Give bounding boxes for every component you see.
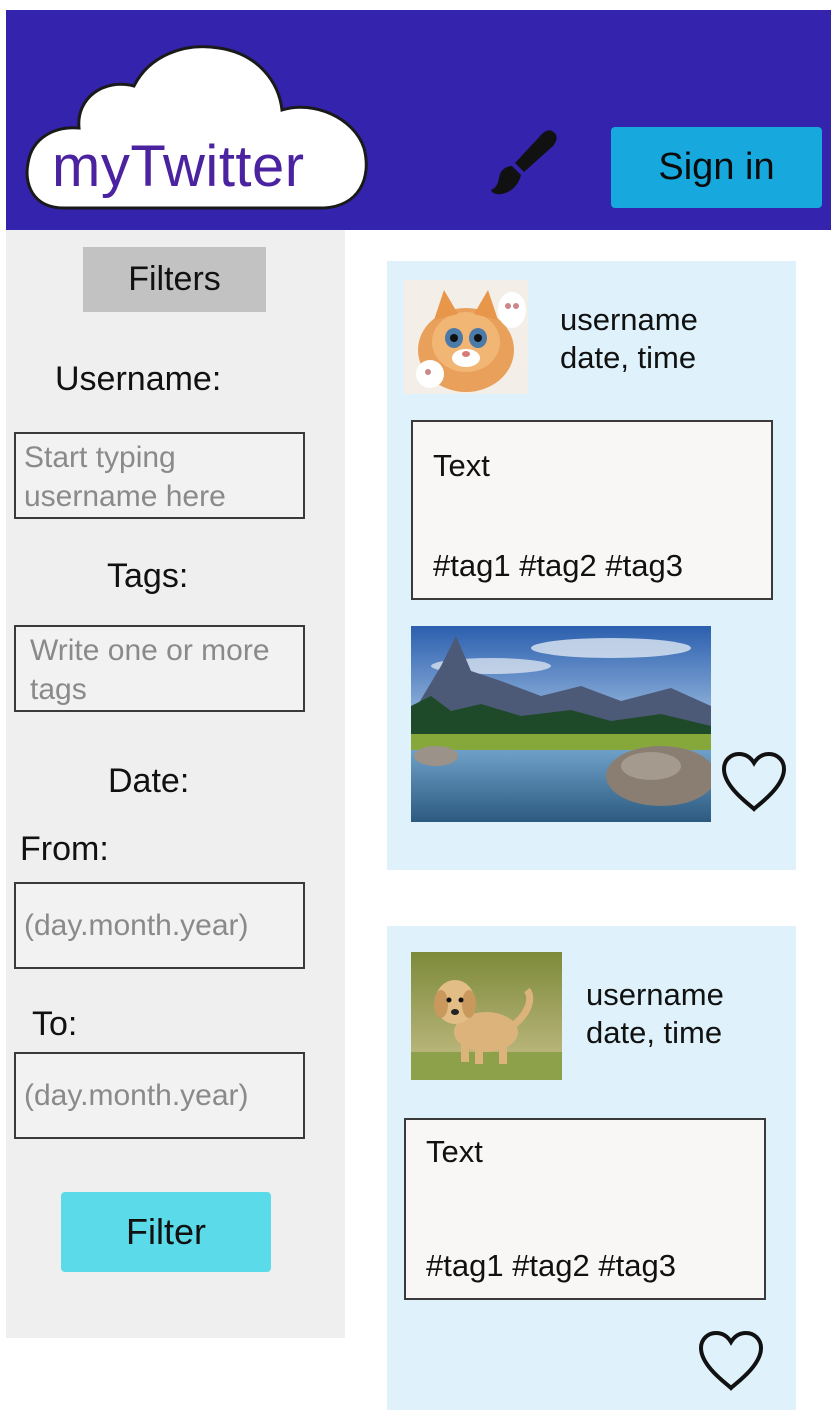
post-text: Text xyxy=(433,448,490,483)
post-username[interactable]: username xyxy=(560,301,698,339)
logo[interactable]: myTwitter xyxy=(24,38,374,214)
post-tags[interactable]: #tag1 #tag2 #tag3 xyxy=(433,548,683,584)
username-input[interactable] xyxy=(14,432,305,519)
filter-button[interactable]: Filter xyxy=(61,1192,271,1272)
filters-sidebar: Filters Username: Tags: Date: From: To: … xyxy=(6,230,345,1338)
post-meta: username date, time xyxy=(560,301,698,377)
post-text: Text xyxy=(426,1134,483,1169)
paintbrush-icon[interactable] xyxy=(490,128,560,198)
filters-title: Filters xyxy=(83,247,266,312)
username-label: Username: xyxy=(55,360,222,398)
tags-input[interactable] xyxy=(14,625,305,712)
puppy-avatar[interactable] xyxy=(411,952,562,1080)
tags-label: Tags: xyxy=(107,557,189,595)
post-datetime: date, time xyxy=(560,340,697,375)
kitten-avatar[interactable] xyxy=(404,280,528,394)
post-text-box: Text #tag1 #tag2 #tag3 xyxy=(404,1118,766,1300)
post-tags[interactable]: #tag1 #tag2 #tag3 xyxy=(426,1248,676,1284)
post-text-box: Text #tag1 #tag2 #tag3 xyxy=(411,420,773,600)
mountain-lake-photo[interactable] xyxy=(411,626,711,822)
sign-in-button[interactable]: Sign in xyxy=(611,127,822,208)
to-label: To: xyxy=(32,1005,78,1043)
heart-icon[interactable] xyxy=(697,1330,765,1392)
mountain-lake-image xyxy=(411,626,711,822)
date-label: Date: xyxy=(108,762,190,800)
puppy-avatar-image xyxy=(411,952,562,1080)
app-header: myTwitter Sign in xyxy=(6,10,831,230)
from-label: From: xyxy=(20,830,109,868)
post-card: username date, time Text #tag1 #tag2 #ta… xyxy=(387,261,796,870)
to-date-input[interactable] xyxy=(14,1052,305,1139)
heart-icon[interactable] xyxy=(720,751,788,813)
post-meta: username date, time xyxy=(586,976,724,1052)
post-card: username date, time Text #tag1 #tag2 #ta… xyxy=(387,926,796,1410)
from-date-input[interactable] xyxy=(14,882,305,969)
post-datetime: date, time xyxy=(586,1015,723,1050)
logo-text: myTwitter xyxy=(52,134,305,199)
kitten-avatar-image xyxy=(404,280,528,394)
post-username[interactable]: username xyxy=(586,976,724,1014)
